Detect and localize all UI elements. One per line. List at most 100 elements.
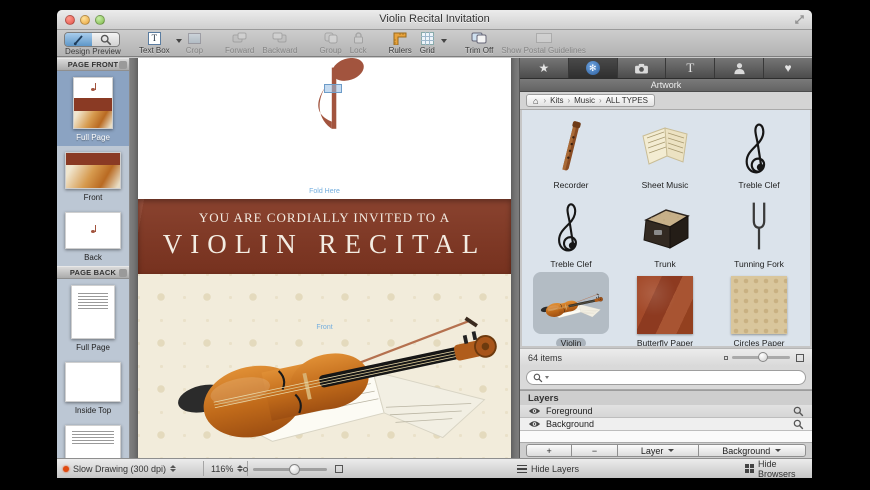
search-input[interactable] — [526, 370, 806, 385]
hide-layers-button[interactable]: Hide Layers — [517, 459, 579, 478]
large-size-icon — [796, 353, 804, 362]
sidebar-item-back-full-page[interactable]: Full Page — [57, 279, 129, 356]
inside-bottom-thumbnail — [65, 425, 121, 458]
browser-panel: ★ ✻ T ♥ Artwork ⌂ › Kits › Music › ALL T… — [520, 58, 812, 458]
group-icon — [324, 31, 338, 45]
circles-paper-swatch — [731, 276, 787, 334]
back-thumbnail — [65, 212, 121, 249]
browser-tab-bar: ★ ✻ T ♥ — [520, 58, 812, 79]
breadcrumb[interactable]: ⌂ › Kits › Music › ALL TYPES — [526, 94, 655, 107]
breadcrumb-music[interactable]: Music — [574, 96, 595, 105]
breadcrumb-kits[interactable]: Kits — [550, 96, 563, 105]
preview-label: Preview — [92, 47, 121, 56]
layer-search-icon[interactable] — [793, 406, 804, 417]
camera-icon — [634, 63, 649, 74]
tab-contacts[interactable] — [715, 58, 765, 78]
music-note-graphic[interactable] — [312, 58, 366, 146]
lock-icon — [353, 31, 364, 45]
rulers-button[interactable]: Rulers — [389, 31, 412, 55]
zoom-in-icon[interactable] — [335, 465, 343, 473]
note-selection-tag[interactable] — [324, 84, 342, 93]
breadcrumb-all-types[interactable]: ALL TYPES — [606, 96, 648, 105]
sidebar-item-inside-bottom[interactable]: Inside Bottom — [57, 419, 129, 458]
drawing-mode-control[interactable]: Slow Drawing (300 dpi) — [63, 459, 177, 478]
tab-favorites[interactable]: ★ — [520, 58, 569, 78]
layer-row-background[interactable]: Background — [520, 418, 812, 431]
treble-clef-icon — [744, 118, 774, 176]
search-icon — [533, 373, 543, 383]
canvas-zoom-slider[interactable] — [253, 464, 327, 475]
artwork-item-violin[interactable]: Violin — [524, 272, 618, 346]
text-icon: T — [686, 60, 695, 75]
text-box-menu-arrow[interactable] — [175, 39, 182, 43]
tab-text[interactable]: T — [666, 58, 716, 78]
rulers-icon — [393, 31, 407, 45]
design-canvas[interactable]: Tullie Music Fold Here YOU ARE CORDIALLY… — [130, 58, 520, 458]
artwork-item-sheet-music[interactable]: Sheet Music — [618, 114, 712, 193]
magnifier-icon — [100, 34, 112, 46]
invite-intro-text[interactable]: YOU ARE CORDIALLY INVITED TO A — [138, 210, 511, 226]
remove-layer-button[interactable]: − — [572, 444, 618, 457]
invitation-red-band[interactable]: YOU ARE CORDIALLY INVITED TO A VIOLIN RE… — [138, 199, 511, 274]
drawing-mode-stepper[interactable] — [170, 464, 177, 473]
design-preview-segmented-control — [64, 32, 120, 47]
artwork-item-circles-paper[interactable]: Circles Paper — [712, 272, 806, 346]
add-layer-button[interactable]: + — [526, 444, 573, 457]
hide-browsers-button[interactable]: Hide Browsers — [745, 459, 812, 478]
invite-title-text[interactable]: VIOLIN RECITAL — [138, 229, 511, 260]
sidebar-item-front-full-page[interactable]: Full Page — [57, 71, 129, 146]
eye-icon[interactable] — [528, 407, 541, 415]
flower-icon: ✻ — [585, 61, 600, 75]
artwork-item-recorder[interactable]: Recorder — [524, 114, 618, 193]
section-disclosure[interactable] — [119, 269, 127, 277]
tab-photos[interactable] — [618, 58, 667, 78]
eye-icon[interactable] — [528, 420, 541, 428]
preview-button[interactable] — [92, 33, 119, 46]
fold-here-guide: Fold Here — [309, 188, 340, 195]
zoom-slider-knob[interactable] — [289, 464, 300, 475]
artwork-item-trunk[interactable]: Trunk — [618, 193, 712, 272]
zoom-out-icon[interactable] — [243, 467, 248, 472]
tuning-fork-icon — [752, 202, 766, 250]
tab-artwork[interactable]: ✻ — [568, 58, 618, 78]
grid-menu-arrow[interactable] — [440, 39, 447, 43]
invitation-card[interactable]: Tullie Music Fold Here YOU ARE CORDIALLY… — [138, 58, 511, 458]
layers-title: Layers — [528, 393, 559, 404]
home-icon[interactable]: ⌂ — [533, 96, 538, 106]
page-front-header: PAGE FRONT — [57, 58, 129, 71]
resize-icon[interactable] — [794, 14, 805, 25]
sidebar-item-front[interactable]: Front — [57, 146, 129, 206]
trunk-icon — [643, 209, 690, 249]
mode-group: Design Preview — [63, 31, 121, 56]
tab-hearts[interactable]: ♥ — [764, 58, 812, 78]
artwork-item-treble-clef-1[interactable]: Treble Clef — [712, 114, 806, 193]
background-menu-button[interactable]: Background — [698, 444, 807, 457]
treble-clef-icon — [557, 198, 585, 254]
title-bar: Violin Recital Invitation — [57, 10, 812, 30]
search-scope-arrow[interactable] — [545, 376, 549, 379]
breadcrumb-bar: ⌂ › Kits › Music › ALL TYPES — [520, 92, 812, 110]
layer-row-foreground[interactable]: Foreground — [520, 405, 812, 418]
inside-top-thumbnail — [65, 362, 121, 402]
layer-menu-button[interactable]: Layer — [617, 444, 699, 457]
trim-off-button[interactable]: Trim Off — [465, 31, 493, 55]
search-row — [520, 366, 812, 390]
layer-search-icon[interactable] — [793, 419, 804, 430]
size-slider-knob[interactable] — [758, 352, 768, 362]
person-icon — [733, 62, 746, 75]
sidebar-item-back[interactable]: Back — [57, 206, 129, 266]
section-disclosure[interactable] — [119, 61, 127, 69]
text-box-button[interactable]: T Text Box — [139, 31, 170, 55]
butterfly-paper-swatch — [637, 276, 693, 334]
artwork-item-treble-clef-2[interactable]: Treble Clef — [524, 193, 618, 272]
design-button[interactable] — [65, 33, 92, 46]
backward-button: Backward — [262, 31, 298, 55]
sidebar-item-inside-top[interactable]: Inside Top — [57, 356, 129, 419]
zoom-level-control[interactable]: 116% — [211, 459, 244, 478]
artwork-item-tuning-fork[interactable]: Tunning Fork — [712, 193, 806, 272]
desktop-background: Violin Recital Invitation Design Preview… — [0, 0, 870, 490]
status-bar: Slow Drawing (300 dpi) 116% Hide Layers … — [57, 458, 812, 478]
thumbnail-size-slider[interactable] — [724, 352, 804, 362]
grid-button[interactable]: Grid — [420, 31, 435, 55]
artwork-item-butterfly-paper[interactable]: Butterfly Paper — [618, 272, 712, 346]
